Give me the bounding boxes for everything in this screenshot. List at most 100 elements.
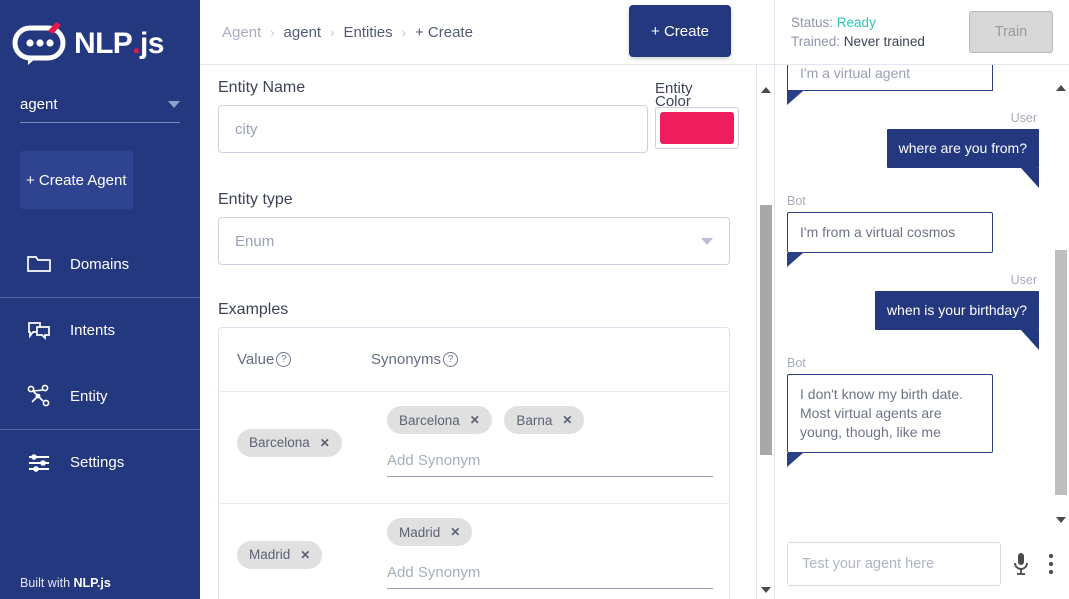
chat-input[interactable]: Test your agent here [787, 542, 1001, 586]
entity-color-swatch [660, 112, 734, 144]
trained-label: Trained: [791, 34, 841, 49]
scroll-up-arrow-icon[interactable] [761, 87, 771, 93]
chat-message-partial: I'm a virtual agent [787, 65, 1039, 105]
chat-scrollbar[interactable] [1053, 65, 1069, 529]
synonym-chip[interactable]: Barcelona ✕ [387, 406, 492, 434]
sidebar: NLP. js agent + Create Agent Domains Int… [0, 0, 200, 599]
chat-input-bar: Test your agent here [775, 529, 1069, 599]
sidebar-item-label: Entity [70, 387, 108, 405]
add-synonym-input[interactable]: Add Synonym [387, 452, 713, 477]
close-icon[interactable]: ✕ [320, 436, 330, 450]
agent-selector[interactable]: agent [20, 96, 180, 123]
trained-value: Never trained [843, 34, 925, 49]
sidebar-item-label: Domains [70, 255, 130, 273]
close-icon[interactable]: ✕ [300, 548, 310, 562]
bubble-user: where are you from? [886, 129, 1039, 168]
add-synonym-input[interactable]: Add Synonym [387, 564, 713, 589]
sliders-icon [26, 450, 52, 476]
message-sender: Bot [787, 194, 806, 208]
entity-type-label: Entity type [218, 191, 293, 208]
breadcrumb-item-agent-root[interactable]: Agent [222, 24, 261, 41]
value-chip-label: Madrid [249, 547, 291, 562]
sidebar-item-entity[interactable]: Entity [0, 363, 200, 429]
bubble-bot-partial: I'm a virtual agent [787, 65, 993, 91]
main-panel: Agent › agent › Entities › + Create + Cr… [200, 0, 775, 599]
agent-selector-value: agent [20, 96, 58, 113]
scrollbar-thumb[interactable] [1055, 250, 1067, 495]
create-button[interactable]: + Create [629, 5, 731, 57]
footer-credit-prefix: Built with [20, 576, 74, 590]
synonym-chip-list: Madrid ✕ [387, 518, 713, 554]
entity-color-label: Entity Color [655, 80, 693, 110]
chat-header: Status: Ready Trained: Never trained Tra… [775, 0, 1069, 65]
bubble-tail [1021, 330, 1039, 350]
folder-icon [26, 251, 52, 277]
entity-name-label: Entity Name [218, 79, 306, 96]
chat-messages: I'm a virtual agent User where are you f… [775, 65, 1069, 529]
train-button[interactable]: Train [969, 11, 1053, 53]
microphone-button[interactable] [1009, 549, 1033, 579]
entity-color-picker[interactable] [655, 107, 739, 149]
main-scrollbar[interactable] [756, 65, 774, 599]
form-scroll-area: Entity Name city Entity Color Entity typ… [200, 65, 774, 599]
entity-name-field-group: Entity Name city [218, 79, 648, 153]
breadcrumb-separator-icon: › [270, 24, 275, 40]
examples-table: Value ? Synonyms ? Barcelona ✕ Barcelona… [218, 327, 730, 599]
value-chip-label: Barcelona [249, 435, 310, 450]
sidebar-item-intents[interactable]: Intents [0, 297, 200, 363]
message-sender: User [1010, 273, 1037, 287]
logo-dot: . [132, 27, 140, 60]
entity-form: Entity Name city Entity Color Entity typ… [218, 65, 739, 599]
breadcrumb-item-create[interactable]: + Create [415, 24, 473, 41]
row-value-cell: Barcelona ✕ [219, 406, 387, 487]
sidebar-item-label: Intents [70, 322, 116, 339]
breadcrumb-item-entities[interactable]: Entities [343, 24, 392, 41]
chat-message: Bot I don't know my birth date. Most vir… [787, 356, 1039, 467]
nlpjs-speech-bubble-icon [12, 22, 66, 65]
close-icon[interactable]: ✕ [470, 413, 480, 427]
nodes-icon [26, 383, 52, 409]
value-chip[interactable]: Madrid ✕ [237, 540, 323, 569]
agent-status: Status: Ready Trained: Never trained [791, 13, 925, 51]
chat-menu-button[interactable] [1041, 549, 1061, 579]
app-root: NLP. js agent + Create Agent Domains Int… [0, 0, 1069, 599]
column-header-value-label: Value [237, 351, 275, 368]
breadcrumb-item-agent[interactable]: agent [284, 24, 322, 41]
status-line: Status: Ready [791, 13, 925, 32]
scroll-down-arrow-icon[interactable] [1056, 517, 1066, 523]
breadcrumb-separator-icon: › [330, 24, 335, 40]
app-logo[interactable]: NLP. js [0, 0, 200, 88]
row-synonyms-cell: Barcelona ✕ Barna ✕ Add Synonym [387, 406, 729, 487]
chat-message: Bot I'm from a virtual cosmos [787, 194, 1039, 267]
close-icon[interactable]: ✕ [450, 525, 460, 539]
examples-section: Examples Value ? Synonyms ? Barcelona ✕ … [218, 301, 734, 599]
value-chip[interactable]: Barcelona ✕ [237, 428, 342, 457]
kebab-menu-icon [1048, 553, 1054, 575]
entity-type-selected-value: Enum [235, 232, 275, 250]
entity-type-select[interactable]: Enum [218, 217, 730, 265]
help-icon[interactable]: ? [276, 352, 292, 367]
breadcrumb: Agent › agent › Entities › + Create [222, 24, 473, 41]
help-icon[interactable]: ? [443, 352, 459, 367]
close-icon[interactable]: ✕ [562, 413, 572, 427]
chat-message: User where are you from? [787, 111, 1039, 188]
create-agent-button[interactable]: + Create Agent [20, 151, 133, 209]
scroll-up-arrow-icon[interactable] [1056, 85, 1066, 91]
scroll-down-arrow-icon[interactable] [761, 587, 771, 593]
table-row: Barcelona ✕ Barcelona ✕ Barna ✕ Add Syno… [219, 392, 729, 504]
bubble-bot: I don't know my birth date. Most virtual… [787, 374, 993, 465]
message-row-user: where are you from? [787, 129, 1039, 168]
synonym-chip[interactable]: Madrid ✕ [387, 518, 473, 546]
scrollbar-thumb[interactable] [760, 205, 772, 455]
sidebar-nav: Domains Intents Entity Settings [0, 231, 200, 495]
logo-wordmark: NLP. js [74, 29, 164, 59]
status-label: Status: [791, 15, 834, 30]
entity-name-input[interactable]: city [218, 105, 648, 153]
trained-line: Trained: Never trained [791, 32, 925, 51]
chat-panel: Status: Ready Trained: Never trained Tra… [775, 0, 1069, 599]
sidebar-item-settings[interactable]: Settings [0, 429, 200, 495]
synonym-chip[interactable]: Barna ✕ [504, 406, 585, 434]
bubble-bot: I'm from a virtual cosmos [787, 212, 993, 265]
footer-credit: Built with NLP.js [20, 576, 111, 590]
sidebar-item-domains[interactable]: Domains [0, 231, 200, 297]
